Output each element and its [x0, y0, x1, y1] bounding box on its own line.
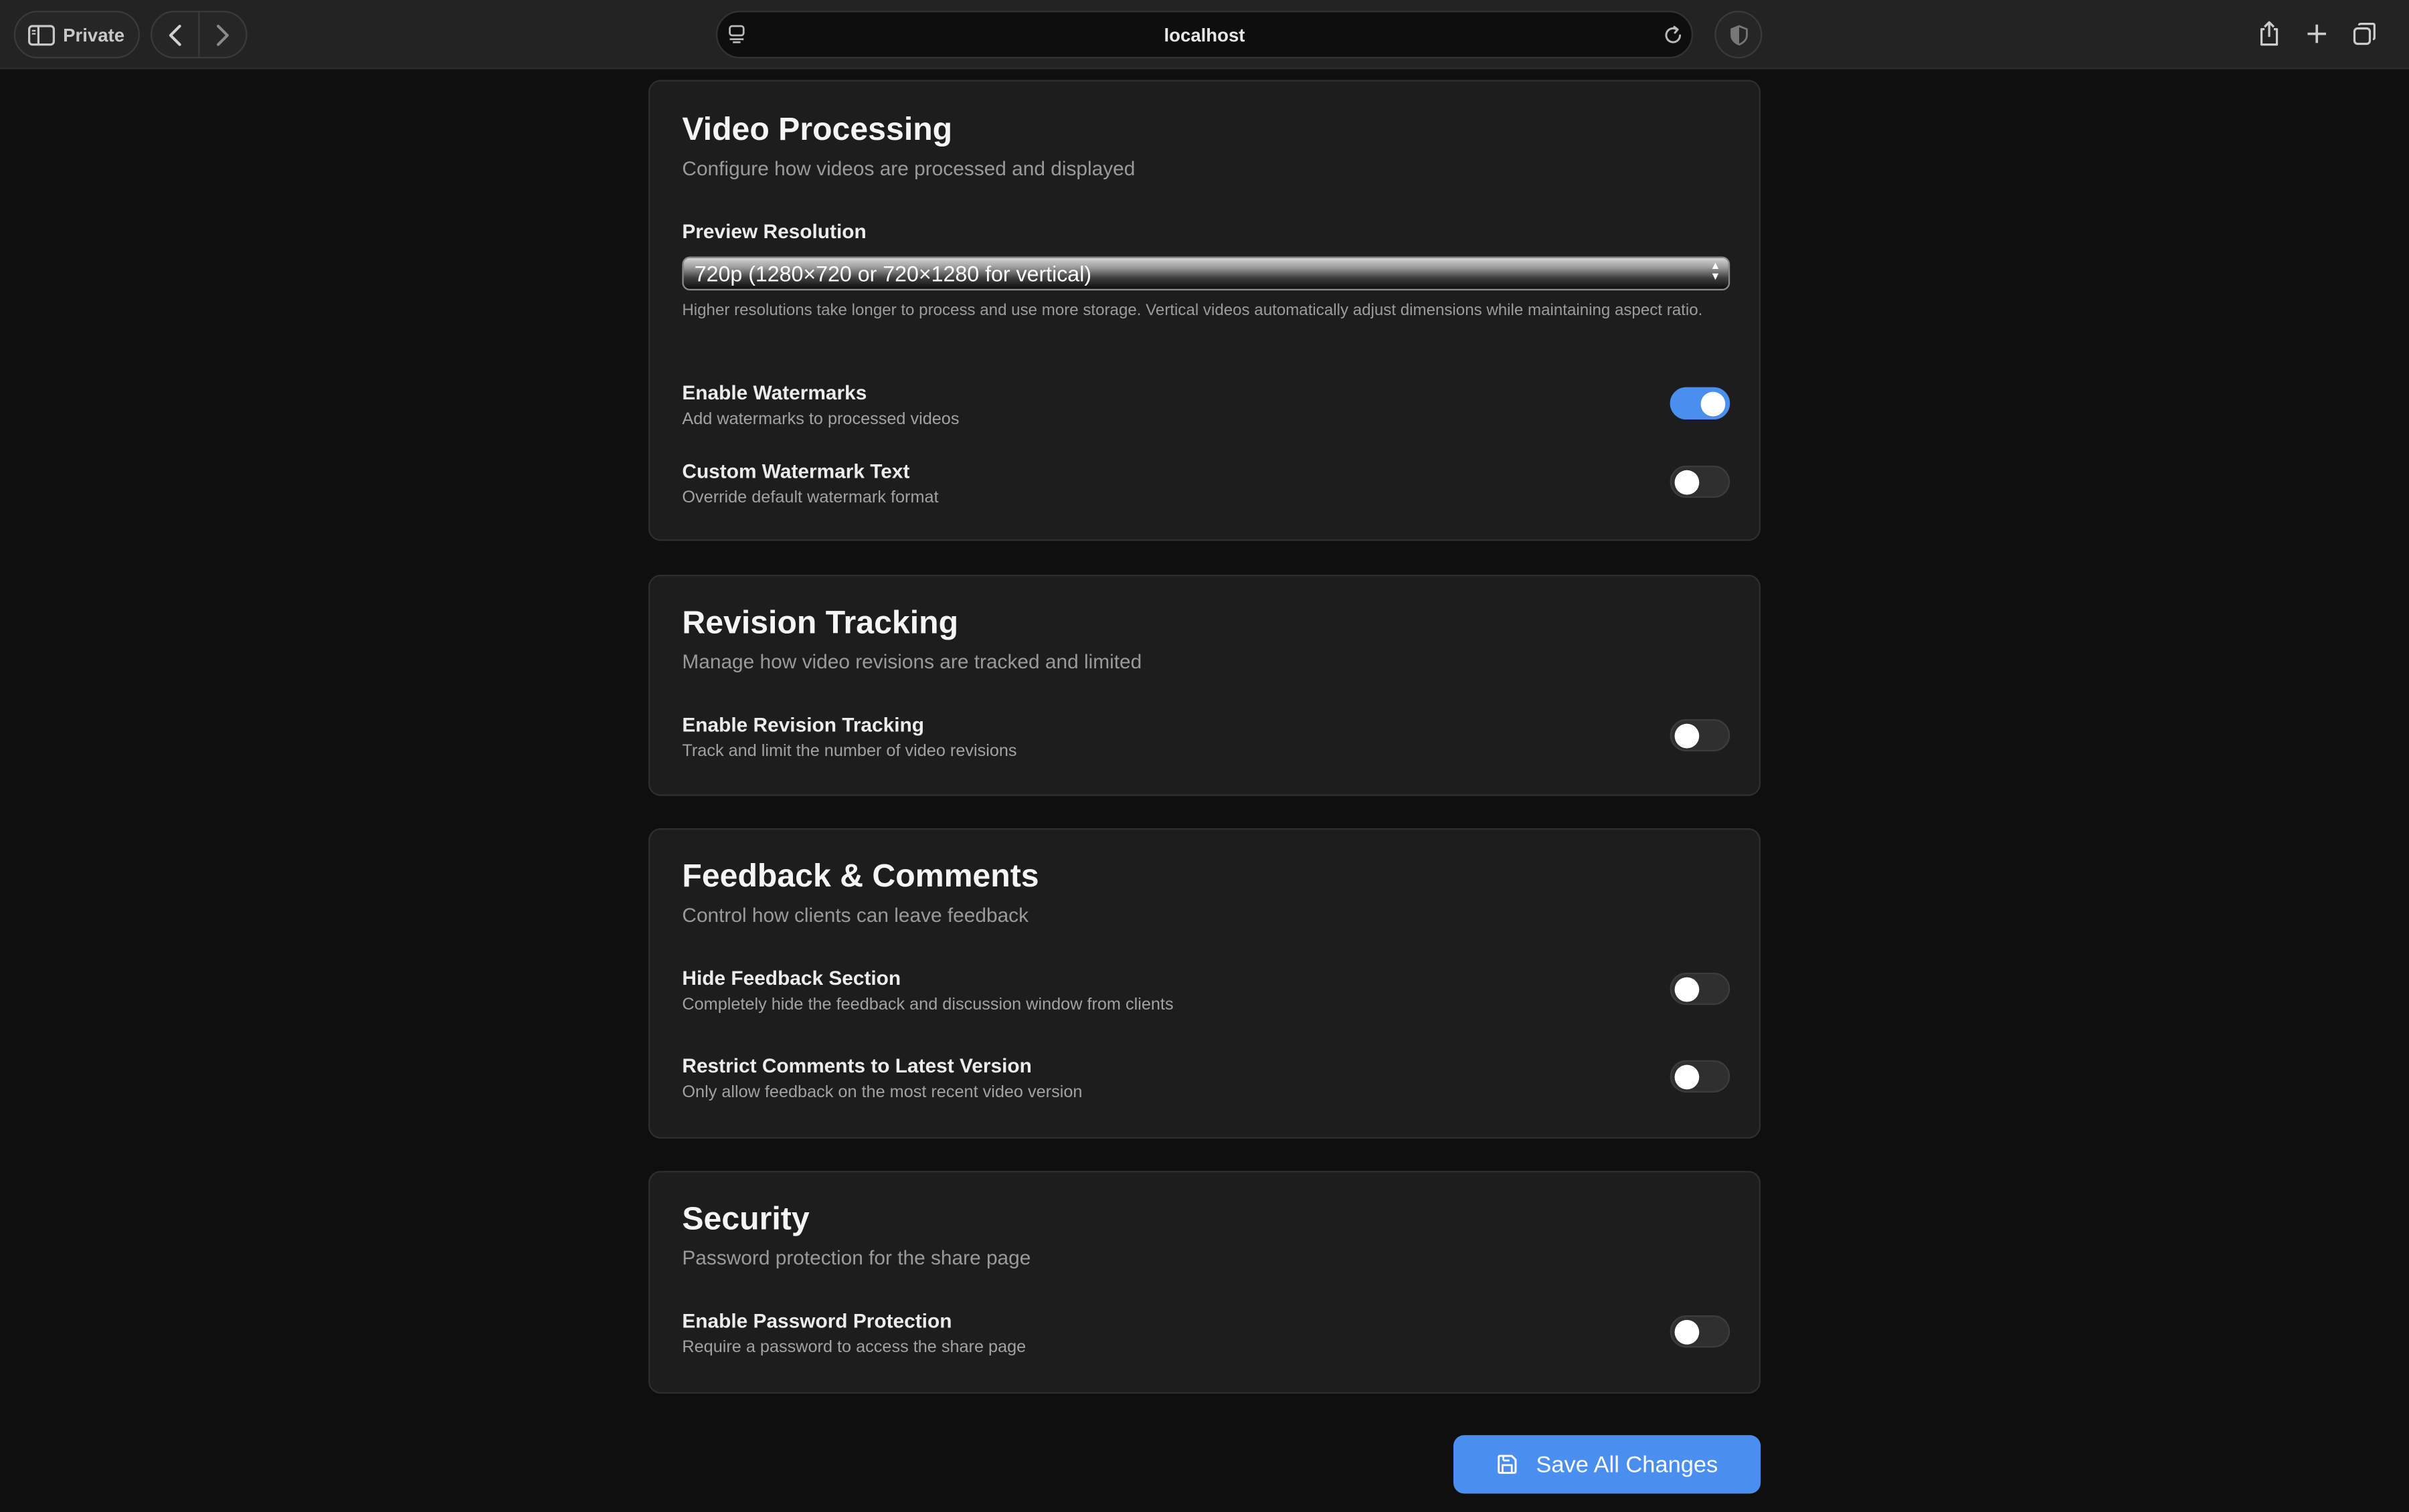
- custom-watermark-toggle[interactable]: [1670, 465, 1730, 498]
- browser-toolbar: Private localhost: [0, 0, 2409, 70]
- enable-watermarks-label: Enable Watermarks: [682, 381, 867, 405]
- select-arrows-icon: ▲ ▼: [1710, 261, 1721, 283]
- forward-button[interactable]: [199, 12, 246, 57]
- hide-feedback-desc: Completely hide the feedback and discuss…: [682, 996, 1174, 1014]
- video-processing-subtitle: Configure how videos are processed and d…: [682, 157, 1136, 180]
- save-icon: [1496, 1454, 1518, 1475]
- back-button[interactable]: [152, 12, 198, 57]
- restrict-comments-label: Restrict Comments to Latest Version: [682, 1054, 1032, 1078]
- video-processing-card: Video Processing Configure how videos ar…: [648, 80, 1761, 541]
- save-all-changes-button[interactable]: Save All Changes: [1453, 1435, 1761, 1494]
- private-sidebar-button[interactable]: Private: [13, 11, 140, 59]
- toggle-knob: [1674, 977, 1700, 1002]
- preview-resolution-label: Preview Resolution: [682, 219, 867, 243]
- enable-watermarks-toggle[interactable]: [1670, 387, 1730, 420]
- browser-actions: [2252, 15, 2382, 52]
- reload-icon[interactable]: [1661, 23, 1686, 48]
- page-root: Private localhost Video Processing Confi…: [0, 0, 2409, 1512]
- enable-revision-desc: Track and limit the number of video revi…: [682, 742, 1017, 761]
- toggle-knob: [1674, 723, 1700, 749]
- feedback-comments-subtitle: Control how clients can leave feedback: [682, 903, 1029, 927]
- toggle-knob: [1674, 470, 1700, 495]
- page-settings-icon[interactable]: [727, 23, 748, 44]
- hide-feedback-toggle[interactable]: [1670, 972, 1730, 1006]
- restrict-comments-desc: Only allow feedback on the most recent v…: [682, 1083, 1083, 1102]
- tab-overview-icon[interactable]: [2347, 15, 2382, 52]
- revision-tracking-title: Revision Tracking: [682, 605, 959, 641]
- restrict-comments-toggle[interactable]: [1670, 1060, 1730, 1093]
- enable-revision-label: Enable Revision Tracking: [682, 713, 924, 737]
- preview-resolution-select[interactable]: 720p (1280×720 or 720×1280 for vertical)…: [682, 256, 1730, 291]
- history-nav: [151, 11, 248, 59]
- chevron-left-icon: [167, 23, 183, 45]
- feedback-comments-card: Feedback & Comments Control how clients …: [648, 828, 1761, 1139]
- new-tab-icon[interactable]: [2300, 15, 2334, 52]
- revision-tracking-card: Revision Tracking Manage how video revis…: [648, 574, 1761, 796]
- password-protection-desc: Require a password to access the share p…: [682, 1338, 1027, 1357]
- share-icon[interactable]: [2252, 15, 2287, 52]
- url-text: localhost: [1164, 23, 1245, 45]
- revision-tracking-subtitle: Manage how video revisions are tracked a…: [682, 650, 1142, 673]
- enable-revision-toggle[interactable]: [1670, 719, 1730, 752]
- toggle-knob: [1674, 1064, 1700, 1090]
- address-bar[interactable]: localhost: [715, 11, 1694, 59]
- video-processing-title: Video Processing: [682, 112, 953, 148]
- preview-resolution-value: 720p (1280×720 or 720×1280 for vertical): [694, 261, 1092, 286]
- hide-feedback-label: Hide Feedback Section: [682, 966, 901, 990]
- security-subtitle: Password protection for the share page: [682, 1246, 1031, 1270]
- custom-watermark-desc: Override default watermark format: [682, 488, 939, 507]
- privacy-shield-button[interactable]: [1714, 11, 1763, 59]
- security-card: Security Password protection for the sha…: [648, 1171, 1761, 1394]
- preview-resolution-help: Higher resolutions take longer to proces…: [682, 301, 1703, 320]
- security-title: Security: [682, 1202, 810, 1237]
- save-button-label: Save All Changes: [1536, 1451, 1718, 1478]
- feedback-comments-title: Feedback & Comments: [682, 858, 1039, 894]
- chevron-right-icon: [215, 23, 230, 45]
- toggle-knob: [1700, 391, 1726, 417]
- toggle-knob: [1674, 1319, 1700, 1345]
- password-protection-label: Enable Password Protection: [682, 1309, 952, 1333]
- enable-watermarks-desc: Add watermarks to processed videos: [682, 410, 960, 429]
- sidebar-icon: [27, 24, 55, 45]
- custom-watermark-label: Custom Watermark Text: [682, 459, 910, 483]
- private-label: Private: [63, 23, 125, 45]
- password-protection-toggle[interactable]: [1670, 1315, 1730, 1348]
- shield-icon: [1729, 24, 1748, 45]
